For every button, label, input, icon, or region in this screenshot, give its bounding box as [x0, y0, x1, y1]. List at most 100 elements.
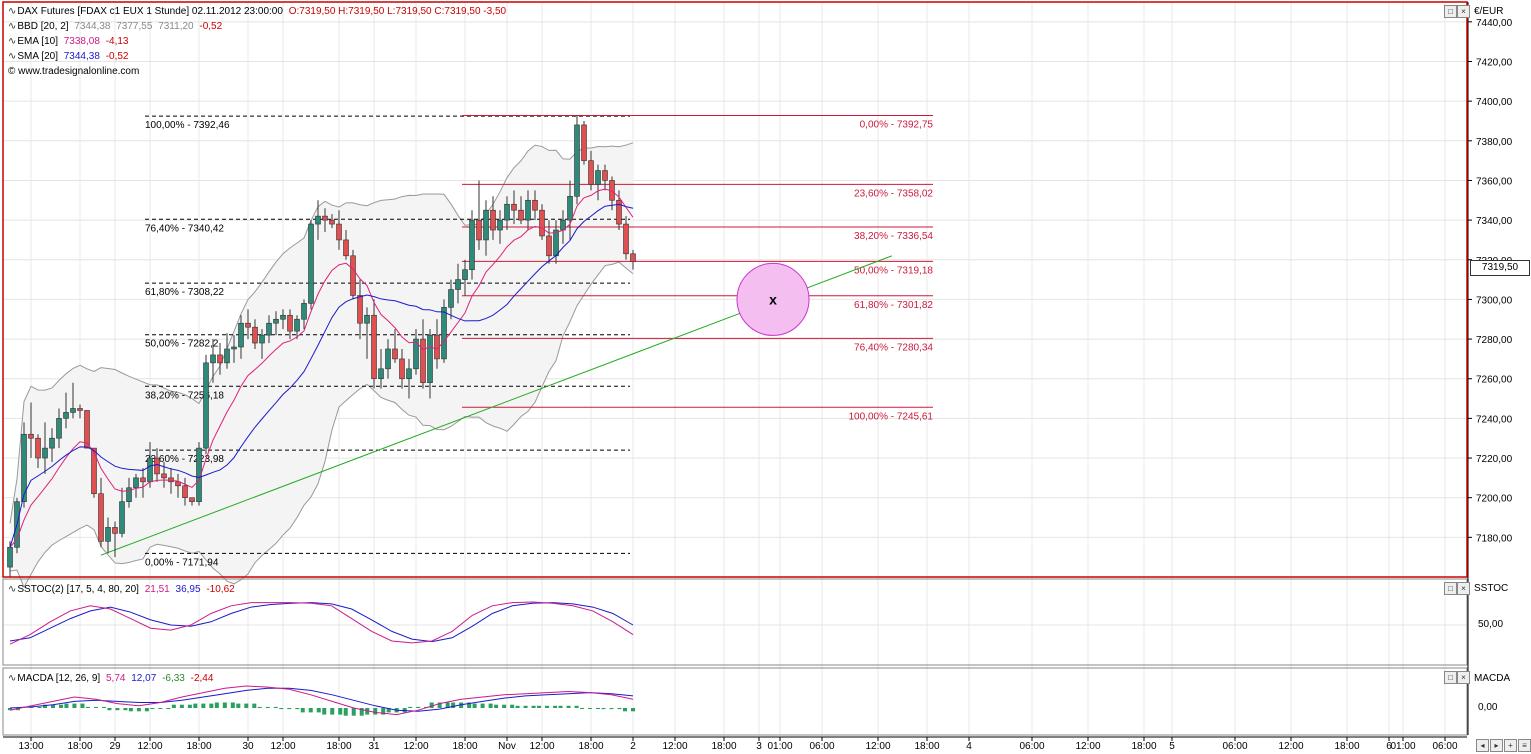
x-tick-label: 29 — [109, 741, 121, 752]
chart-canvas[interactable]: 100,00% - 7392,46 76,40% - 7340,42 61,80% … — [0, 0, 1531, 754]
x-tick-label: 12:00 — [270, 741, 295, 752]
macd-hist-bar — [531, 705, 536, 708]
y-tick-label: 7420,00 — [1476, 57, 1513, 68]
macd-hist-bar — [222, 702, 227, 708]
sstoc-axis-tick: 50,00 — [1478, 619, 1504, 630]
x-tick-label: 30 — [242, 741, 254, 752]
candle-body — [140, 477, 146, 483]
macd-hist-bar — [308, 708, 313, 713]
macd-hist-bar — [300, 708, 305, 713]
macd-maximize-button[interactable]: □ — [1444, 671, 1457, 684]
candle-body — [182, 485, 188, 498]
candle-body — [161, 473, 167, 479]
candle-body — [553, 229, 559, 257]
candle-body — [238, 322, 244, 348]
x-tick-label: 3 — [756, 741, 762, 752]
macd-hist-bar — [343, 708, 348, 716]
y-tick-label: 7300,00 — [1476, 295, 1513, 306]
x-tick-label: 01:00 — [1390, 741, 1415, 752]
x-tick-label: Nov — [498, 741, 516, 752]
macd-hist-bar — [166, 708, 171, 709]
fib-right-label: 50,00% - 7319,18 — [854, 265, 933, 276]
candle-body — [77, 408, 83, 411]
y-tick-label: 7240,00 — [1476, 414, 1513, 425]
macd-hist-bar — [158, 708, 163, 709]
legend-ema-row[interactable]: ∿EMA [10] 7338,08 -4,13 — [8, 34, 131, 49]
bbd-value-3: 7311,20 — [158, 21, 194, 32]
macd-value-1: 5,74 — [106, 673, 126, 684]
candle-body — [259, 334, 265, 344]
candle-body — [147, 457, 153, 483]
y-tick-label: 7220,00 — [1476, 454, 1513, 465]
macd-hist-bar — [179, 704, 184, 708]
sstoc-legend[interactable]: ∿SSTOC(2) [17, 5, 4, 80, 20] 21,51 36,95… — [8, 582, 238, 597]
x-tick-label: 18:00 — [452, 741, 477, 752]
x-tick-label: 12:00 — [529, 741, 554, 752]
macd-hist-bar — [601, 708, 606, 710]
candle-body — [70, 408, 76, 413]
macd-hist-bar — [144, 708, 149, 712]
x-tick-label: 06:00 — [809, 741, 834, 752]
macd-hist-bar — [273, 706, 278, 708]
candle-body — [504, 203, 510, 221]
maximize-panel-button[interactable]: □ — [1444, 5, 1457, 18]
legend-ohlc: O:7319,50 H:7319,50 L:7319,50 C:7319,50 … — [288, 6, 507, 17]
candle-body — [602, 170, 608, 181]
macd-hist-bar — [58, 704, 63, 708]
macd-close-button[interactable]: × — [1457, 671, 1470, 684]
macd-hist-bar — [502, 704, 507, 708]
macd-hist-bar — [338, 708, 343, 715]
fib-left-label: 61,80% - 7308,22 — [145, 287, 224, 298]
candle-body — [483, 209, 489, 241]
candle-body — [441, 307, 447, 360]
candle-body — [210, 354, 216, 364]
candle-body — [469, 219, 475, 270]
fib-left-label: 38,20% - 7256,18 — [145, 390, 224, 401]
macd-hist-bar — [609, 708, 614, 710]
candle-body — [518, 209, 524, 221]
sma-label: SMA [20] — [17, 51, 58, 62]
x-tick-label: 06:00 — [1019, 741, 1044, 752]
x-tick-label: 18:00 — [578, 741, 603, 752]
sstoc-maximize-button[interactable]: □ — [1444, 582, 1457, 595]
macd-hist-bar — [580, 708, 585, 709]
scroll-right-icon[interactable]: ▸ — [1490, 739, 1503, 752]
macd-hist-bar — [37, 706, 42, 708]
last-price-tag: 7319,50 — [1470, 260, 1530, 276]
legend-bbd-row[interactable]: ∿BBD [20, 2] 7344,38 7377,55 7311,20 -0,… — [8, 19, 225, 34]
bbd-value-4: -0,52 — [199, 21, 223, 32]
sstoc-close-button[interactable]: × — [1457, 582, 1470, 595]
macd-hist-bar — [150, 708, 155, 709]
macd-hist-bar — [553, 705, 558, 708]
candle-body — [546, 235, 552, 257]
sstoc-value-2: 36,95 — [175, 584, 201, 595]
candle-body — [119, 501, 125, 534]
close-panel-button[interactable]: × — [1457, 5, 1470, 18]
macd-legend[interactable]: ∿MACDA [12, 26, 9] 5,74 12,07 -6,33 -2,4… — [8, 671, 216, 686]
macd-hist-bar — [123, 708, 128, 711]
sstoc-axis-label: SSTOC — [1474, 583, 1509, 594]
candle-body — [105, 527, 111, 542]
y-tick-label: 7380,00 — [1476, 137, 1513, 148]
settings-icon[interactable]: ≡ — [1518, 739, 1531, 752]
macd-hist-bar — [287, 708, 292, 710]
macd-hist-bar — [545, 705, 550, 708]
sma-value-1: 7344,38 — [63, 51, 100, 62]
candle-body — [378, 368, 384, 380]
scroll-left-icon[interactable]: ◂ — [1476, 739, 1489, 752]
macd-hist-bar — [171, 704, 176, 708]
zoom-icon[interactable]: + — [1504, 739, 1517, 752]
candle-body — [343, 239, 349, 257]
x-tick-label: 5 — [1169, 741, 1175, 752]
candle-body — [7, 546, 13, 568]
macd-hist-bar — [128, 708, 133, 712]
candle-body — [224, 348, 230, 364]
y-tick-label: 7360,00 — [1476, 176, 1513, 187]
target-x-label: x — [769, 291, 777, 307]
candle-body — [42, 447, 48, 459]
candle-body — [525, 199, 531, 221]
legend-sma-row[interactable]: ∿SMA [20] 7344,38 -0,52 — [8, 49, 131, 64]
macd-value-3: -6,33 — [162, 673, 185, 684]
x-tick-label: 18:00 — [67, 741, 92, 752]
macd-label: MACDA [12, 26, 9] — [17, 673, 101, 684]
